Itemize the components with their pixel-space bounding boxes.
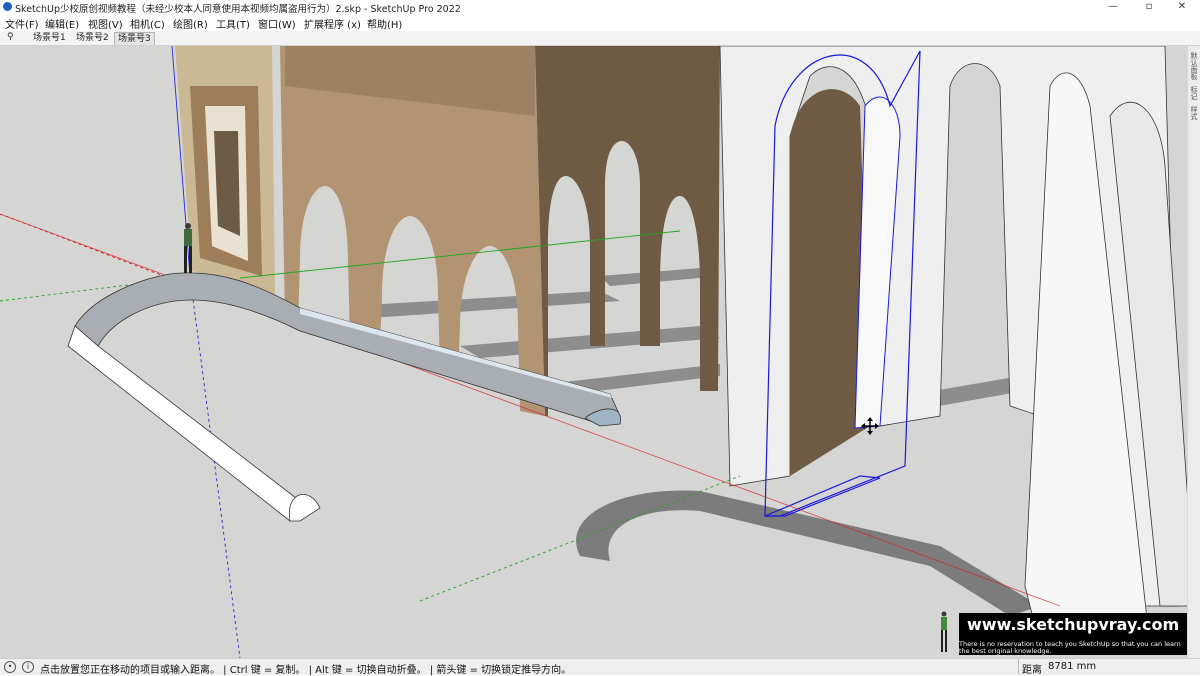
- menu-tools[interactable]: 工具(T): [216, 16, 250, 31]
- measurements-value[interactable]: 8781 mm: [1048, 661, 1096, 672]
- info-icon[interactable]: i: [22, 661, 34, 673]
- menu-view[interactable]: 视图(V): [88, 16, 123, 31]
- menu-camera[interactable]: 相机(C): [130, 16, 165, 31]
- watermark-tagline-2: the best original knowledge.: [959, 647, 1052, 655]
- search-icon[interactable]: ⚲: [7, 32, 14, 42]
- scene-tab-bar: ⚲ 场景号1 场景号2 场景号3: [0, 31, 1200, 46]
- default-tray-strip[interactable]: 默认面板 标记 样式: [1187, 46, 1200, 658]
- tab-scene-1[interactable]: 场景号1: [30, 32, 69, 44]
- sketchup-app-icon: [3, 2, 12, 11]
- close-button[interactable]: ✕: [1164, 0, 1200, 14]
- menu-extensions[interactable]: 扩展程序 (x): [304, 16, 361, 31]
- model-viewport[interactable]: [0, 46, 1200, 658]
- geo-location-icon[interactable]: •: [4, 661, 16, 673]
- maximize-button[interactable]: ▫: [1131, 0, 1167, 14]
- tray-label-styles[interactable]: 样式: [1189, 106, 1199, 120]
- minimize-button[interactable]: —: [1095, 0, 1131, 14]
- menu-edit[interactable]: 编辑(E): [45, 16, 79, 31]
- watermark-banner: www.sketchupvray.com There is no reserva…: [959, 613, 1187, 655]
- menu-window[interactable]: 窗口(W): [258, 16, 296, 31]
- tray-label-default[interactable]: 默认面板: [1189, 52, 1199, 80]
- scene-canvas[interactable]: [0, 46, 1200, 658]
- title-bar: SketchUp少校原创视频教程（未经少校本人同意使用本视频均属盗用行为）2.s…: [0, 0, 1200, 15]
- menu-draw[interactable]: 绘图(R): [173, 16, 208, 31]
- status-bar: • i 点击放置您正在移动的项目或输入距离。 | Ctrl 键 = 复制。 | …: [0, 658, 1200, 676]
- window-title: SketchUp少校原创视频教程（未经少校本人同意使用本视频均属盗用行为）2.s…: [15, 4, 461, 15]
- menu-bar: 文件(F) 编辑(E) 视图(V) 相机(C) 绘图(R) 工具(T) 窗口(W…: [0, 15, 1200, 31]
- tray-label-tags[interactable]: 标记: [1189, 86, 1199, 100]
- measurements-box[interactable]: [1018, 659, 1199, 674]
- menu-file[interactable]: 文件(F): [5, 16, 39, 31]
- menu-help[interactable]: 帮助(H): [367, 16, 402, 31]
- watermark-url: www.sketchupvray.com: [967, 615, 1180, 634]
- tab-scene-3[interactable]: 场景号3: [114, 32, 155, 45]
- tab-scene-2[interactable]: 场景号2: [73, 32, 112, 44]
